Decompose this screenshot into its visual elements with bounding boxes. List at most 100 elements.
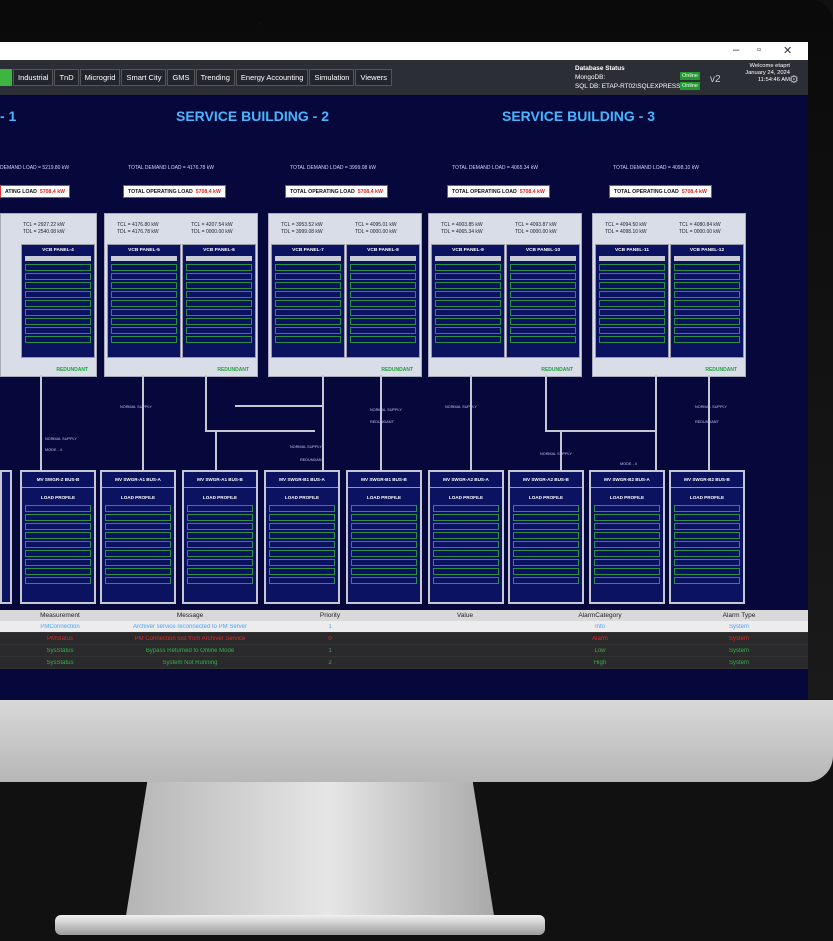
bus-mv-swgr-a2-bus-a[interactable]: MV SWGR-A2 BUS-A LOAD PROFILE [428,470,504,604]
bus-title: MV SWGR-A1 BUS-A [102,472,174,488]
tab-smart-city[interactable]: Smart City [121,69,167,86]
tcl-left: TCL = 4176.80 kW TDL = 4176.78 kW [117,222,159,235]
maximize-button[interactable]: ▫ [757,44,761,56]
tab-microgrid[interactable]: Microgrid [79,69,121,86]
col-message[interactable]: Message [120,612,260,619]
bus-mv-swgr-a1-bus-b[interactable]: MV SWGR-A1 BUS-B LOAD PROFILE [182,470,258,604]
feeder-line [545,375,547,430]
tab-simulation[interactable]: Simulation [309,69,355,86]
alarm-row[interactable]: PMStatus PM Connection lost from Archiver… [0,633,808,645]
bus-mv-swgr-a2-bus-b[interactable]: MV SWGR-A2 BUS-B LOAD PROFILE [508,470,584,604]
building-3-title: SERVICE BUILDING - 3 [502,108,655,124]
alarm-cell-type: System [728,647,749,654]
vcb-panel-title: VCB PANEL-6 [203,248,235,253]
feeder-line [560,430,562,470]
vcb-panel-10[interactable]: VCB PANEL-10 [506,244,580,358]
operating-load-value: 5708.4 kW [681,188,707,195]
load-profile-label: LOAD PROFILE [40,495,76,500]
mongo-label: MongoDB: [575,74,606,81]
vcb-panel-6[interactable]: VCB PANEL-6 [182,244,256,358]
demand-load-4: TOTAL DEMAND LOAD = 4065.34 kW [452,165,538,171]
bus-mv-swgr-b2-bus-b[interactable]: MV SWGR-B2 BUS-B LOAD PROFILE [669,470,745,604]
tab-active[interactable] [0,69,12,86]
load-profile-label: LOAD PROFILE [528,495,564,500]
alarm-table-header: Measurement Message Priority Value Alarm… [0,610,808,621]
tab-tnd[interactable]: TnD [54,69,79,86]
alarm-cell-category: High [593,659,607,666]
alarm-cell-category: Alarm [592,635,608,642]
alarm-cell-priority: 1 [328,647,332,654]
wire-label: MODE - 4 [620,462,637,466]
alarm-row[interactable]: PMConnection Archiver service reconnected… [0,621,808,633]
vcb-panel-4[interactable]: VCB PANEL-4 [21,244,95,358]
nav-tabs: Industrial TnD Microgrid Smart City GMS … [0,69,393,86]
vcb-panel-11[interactable]: VCB PANEL-11 [595,244,669,358]
tab-viewers[interactable]: Viewers [355,69,393,86]
panel-group-5: TCL = 4094.50 kW TDL = 4098.10 kW TCL = 4… [592,213,746,377]
demand-load-1: DEMAND LOAD = 5219.80 kW [0,165,70,171]
bus-mv-swgr-z-bus-b[interactable]: MV SWGR-Z BUS-B LOAD PROFILE [20,470,96,604]
alarm-rows: PMConnection Archiver service reconnected… [0,621,808,669]
wire-label: NORMAL SUPPLY [290,445,322,449]
bus-mv-swgr-b1-bus-a[interactable]: MV SWGR-B1 BUS-A LOAD PROFILE [264,470,340,604]
alarm-cell-measurement: SysStatus [46,659,74,666]
alarm-row[interactable]: SysStatus Bypass Returned to Online Mode 1… [0,645,808,657]
alarm-cell-priority: 1 [328,623,332,630]
col-measurement[interactable]: Measurement [0,612,120,619]
wire-label: NORMAL SUPPLY [445,405,477,409]
alarm-cell-message: System Not Running [162,659,218,666]
welcome-user: Welcome etaprt [749,63,791,69]
vcb-panel-5[interactable]: VCB PANEL-5 [107,244,181,358]
tab-gms[interactable]: GMS [167,69,195,86]
demand-load-2: TOTAL DEMAND LOAD = 4176.78 kW [128,165,214,171]
bus-mv-swgr-a1-bus-a[interactable]: MV SWGR-A1 BUS-A LOAD PROFILE [100,470,176,604]
vcb-panel-7[interactable]: VCB PANEL-7 [271,244,345,358]
alarm-row[interactable]: SysStatus System Not Running 2 High System [0,657,808,669]
col-alarm-type[interactable]: Alarm Type [670,612,808,619]
tcl-value: TCL = 2927.22 kW TDL = 2540.08 kW [23,222,65,235]
tcl-left: TCL = 3953.52 kW TDL = 3999.08 kW [281,222,323,235]
col-alarm-category[interactable]: AlarmCategory [530,612,670,619]
vcb-panel-12[interactable]: VCB PANEL-12 [670,244,744,358]
top-nav-bar: Industrial TnD Microgrid Smart City GMS … [0,60,808,95]
alarm-cell-measurement: SysStatus [46,647,74,654]
wire-label: REDUNDANT [370,420,394,424]
load-profile-label: LOAD PROFILE [120,495,156,500]
minimize-button[interactable]: – [733,44,739,56]
tcl-left: TCL = 4003.85 kW TDL = 4065.34 kW [441,222,483,235]
tcl-right: TCL = 4207.54 kW TDL = 0000.00 kW [191,222,233,235]
operating-load-label: TOTAL OPERATING LOAD [452,188,517,195]
mongo-online-badge: Online [680,72,700,80]
sql-label: SQL DB: ETAP-RT02\SQLEXPRESS [575,83,681,90]
tab-trending[interactable]: Trending [195,69,235,86]
alarm-cell-measurement: PMStatus [46,635,73,642]
redundant-label: REDUNDANT [217,367,249,373]
operating-load-value: 5708.4 kW [39,188,65,195]
alarm-cell-category: Info [594,623,605,630]
tab-industrial[interactable]: Industrial [13,69,54,86]
vcb-panel-9[interactable]: VCB PANEL-9 [431,244,505,358]
monitor-foot [55,915,545,935]
feeder-line [205,430,315,432]
vcb-panel-8[interactable]: VCB PANEL-8 [346,244,420,358]
demand-load-5: TOTAL DEMAND LOAD = 4098.10 kW [613,165,699,171]
bus-title: MV SWGR-A1 BUS-B [184,472,256,488]
operating-load-label: ATING LOAD [5,188,37,195]
col-value[interactable]: Value [400,612,530,619]
vcb-panel-title: VCB PANEL-12 [689,248,725,253]
load-profile-label: LOAD PROFILE [689,495,725,500]
bus-mv-swgr-b1-bus-b[interactable]: MV SWGR-B1 BUS-B LOAD PROFILE [346,470,422,604]
close-button[interactable]: ✕ [783,44,792,57]
col-priority[interactable]: Priority [260,612,400,619]
gear-icon[interactable]: ⚙ [789,73,799,86]
operating-load-value: 5708.4 kW [357,188,383,195]
panel-group-4: TCL = 4003.85 kW TDL = 4065.34 kW TCL = 4… [428,213,582,377]
bus-title: MV SWGR-B1 BUS-A [266,472,338,488]
wire-label: NORMAL SUPPLY [695,405,727,409]
load-profile-label: LOAD PROFILE [366,495,402,500]
redundant-label: REDUNDANT [56,367,88,373]
bus-mv-swgr-b2-bus-a[interactable]: MV SWGR-B2 BUS-A LOAD PROFILE [589,470,665,604]
vcb-panel-title: VCB PANEL-4 [42,248,74,253]
wire-label: NORMAL SUPPLY [540,452,572,456]
tab-energy-accounting[interactable]: Energy Accounting [235,69,309,86]
